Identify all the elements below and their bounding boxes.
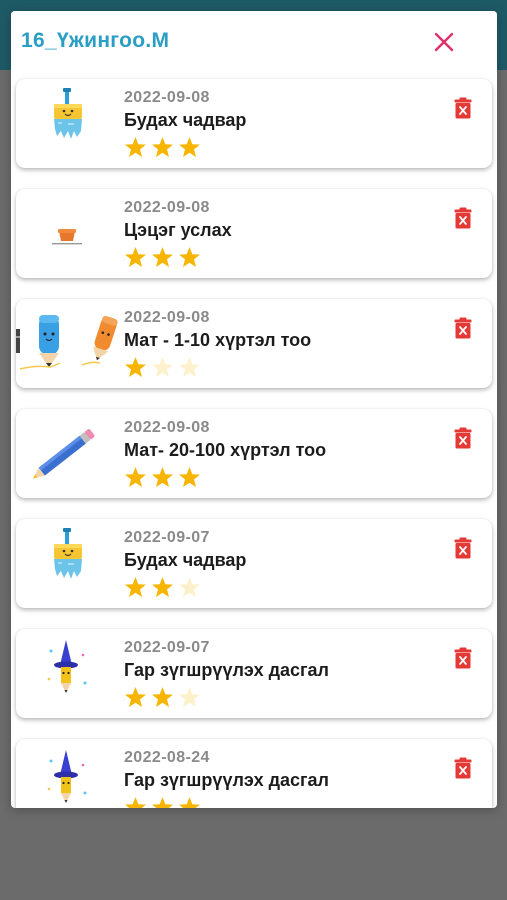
delete-button[interactable] [454,757,472,779]
record-date: 2022-09-08 [124,419,210,436]
paint-brush-icon [54,528,82,579]
star-filled-icon [152,577,173,597]
pencils-icon [16,315,118,370]
record-name: Мат- 20-100 хүртэл тоо [124,440,327,460]
delete-button[interactable] [454,537,472,559]
record-thumbnail [16,739,118,808]
star-filled-icon [125,797,146,808]
star-filled-icon [179,467,200,487]
trash-icon [454,427,472,449]
record-thumbnail [16,79,118,168]
star-filled-icon [125,577,146,597]
wizard-pencil-icon [47,640,87,693]
record-date: 2022-08-24 [124,749,210,766]
star-filled-icon [179,247,200,267]
star-filled-icon [152,687,173,707]
close-icon [434,32,454,52]
record-thumbnail [16,299,118,388]
record-date: 2022-09-07 [124,639,210,656]
record-card[interactable]: 2022-08-24 Гар зүгшрүүлэх дасгал [16,739,492,808]
record-thumbnail [16,409,118,498]
star-filled-icon [125,247,146,267]
star-empty-icon [179,687,200,707]
record-date: 2022-09-08 [124,199,210,216]
star-empty-icon [179,577,200,597]
record-name: Цэцэг услах [124,220,232,240]
flower-pot-icon [52,229,82,245]
wizard-pencil-icon [47,750,87,803]
record-name: Мат - 1-10 хүртэл тоо [124,330,312,350]
record-date: 2022-09-08 [124,89,210,106]
star-filled-icon [152,467,173,487]
close-button[interactable] [429,27,459,57]
delete-button[interactable] [454,427,472,449]
record-thumbnail [16,629,118,718]
trash-icon [454,647,472,669]
delete-button[interactable] [454,97,472,119]
record-card[interactable]: 2022-09-08 Мат- 20-100 хүртэл тоо [16,409,492,498]
record-name: Гар зүгшрүүлэх дасгал [124,770,329,790]
record-card[interactable]: 2022-09-08 Будах чадвар [16,79,492,168]
paint-brush-icon [54,88,82,139]
delete-button[interactable] [454,317,472,339]
record-card[interactable]: 2022-09-07 Будах чадвар [16,519,492,608]
record-thumbnail [16,519,118,608]
record-card[interactable]: 2022-09-08 Мат - 1-10 хүртэл тоо [16,299,492,388]
star-filled-icon [125,137,146,157]
record-card[interactable]: 2022-09-08 Цэцэг услах [16,189,492,278]
star-filled-icon [125,357,146,377]
record-card[interactable]: 2022-09-07 Гар зүгшрүүлэх дасгал [16,629,492,718]
record-name: Будах чадвар [124,550,247,570]
delete-button[interactable] [454,207,472,229]
modal-header: 16_Үжингоо.М [11,11,497,73]
history-modal: 16_Үжингоо.М 2022-09-08 Будах чадвар 2022-… [11,11,497,808]
record-thumbnail [16,189,118,278]
star-filled-icon [152,797,173,808]
record-date: 2022-09-07 [124,529,210,546]
trash-icon [454,97,472,119]
star-filled-icon [125,687,146,707]
star-filled-icon [152,247,173,267]
star-filled-icon [179,797,200,808]
star-filled-icon [125,467,146,487]
trash-icon [454,537,472,559]
record-date: 2022-09-08 [124,309,210,326]
record-name: Гар зүгшрүүлэх дасгал [124,660,329,680]
modal-title: 16_Үжингоо.М [21,29,170,52]
pencil-icon [33,429,95,479]
trash-icon [454,317,472,339]
trash-icon [454,757,472,779]
record-list[interactable]: 2022-09-08 Будах чадвар 2022-09-08 Цэцэг ус… [11,73,497,808]
star-filled-icon [179,137,200,157]
trash-icon [454,207,472,229]
star-empty-icon [152,357,173,377]
record-name: Будах чадвар [124,110,247,130]
star-filled-icon [152,137,173,157]
star-empty-icon [179,357,200,377]
delete-button[interactable] [454,647,472,669]
